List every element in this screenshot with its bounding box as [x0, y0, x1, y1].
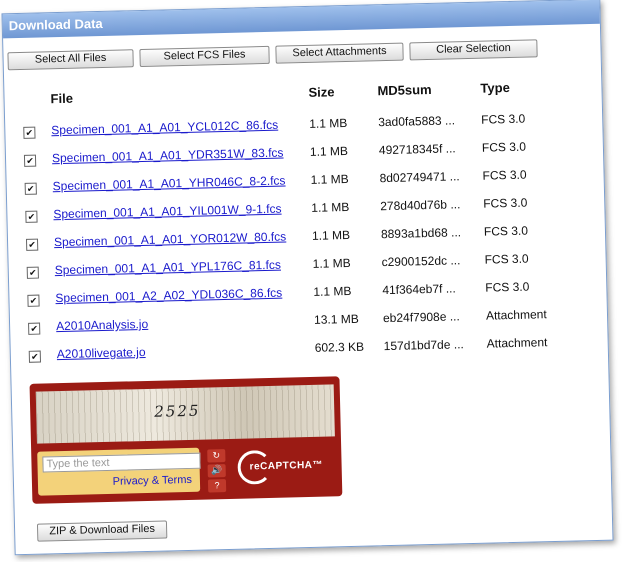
zip-download-button[interactable]: ZIP & Download Files	[36, 520, 168, 542]
captcha-challenge-image: 2525	[35, 384, 335, 444]
recaptcha-widget: 2525 Type the text Privacy & Terms ↻ 🔊 ?…	[29, 376, 343, 504]
file-size: 1.1 MB	[312, 255, 351, 271]
select-all-files-button[interactable]: Select All Files	[7, 49, 134, 71]
row-checkbox[interactable]: ✔	[24, 182, 37, 195]
file-md5: 8893a1bd68 ...	[380, 225, 462, 242]
file-link[interactable]: Specimen_001_A1_A01_YHR046C_8-2.fcs	[53, 174, 286, 194]
selection-toolbar: Select All Files Select FCS Files Select…	[7, 39, 538, 71]
column-header-size: Size	[308, 84, 335, 100]
file-md5: 41f364eb7f ...	[382, 281, 456, 298]
file-size: 13.1 MB	[313, 311, 359, 327]
file-link[interactable]: A2010Analysis.jo	[56, 317, 148, 333]
captcha-input-area: Type the text Privacy & Terms	[37, 447, 201, 496]
row-checkbox[interactable]: ✔	[23, 126, 36, 139]
file-type: FCS 3.0	[483, 195, 528, 211]
captcha-challenge-text: 2525	[154, 401, 201, 421]
panel-title: Download Data	[2, 0, 600, 39]
column-header-type: Type	[480, 80, 511, 96]
row-checkbox[interactable]: ✔	[25, 210, 38, 223]
row-checkbox[interactable]: ✔	[27, 294, 40, 307]
file-size: 602.3 KB	[314, 339, 365, 355]
file-link[interactable]: Specimen_001_A1_A01_YPL176C_81.fcs	[55, 258, 281, 278]
file-type: Attachment	[486, 335, 548, 351]
file-size: 1.1 MB	[313, 283, 352, 299]
file-link[interactable]: Specimen_001_A2_A02_YDL036C_86.fcs	[55, 286, 282, 306]
file-md5: 278d40d76b ...	[380, 197, 461, 214]
clear-selection-button[interactable]: Clear Selection	[409, 39, 538, 61]
row-checkbox[interactable]: ✔	[28, 350, 42, 363]
file-link[interactable]: Specimen_001_A1_A01_YIL001W_9-1.fcs	[53, 202, 281, 222]
refresh-icon[interactable]: ↻	[207, 449, 226, 463]
file-md5: 3ad0fa5883 ...	[378, 113, 456, 130]
file-size: 1.1 MB	[311, 199, 350, 215]
file-size: 1.1 MB	[311, 227, 351, 243]
row-checkbox[interactable]: ✔	[28, 322, 41, 335]
file-link[interactable]: A2010livegate.jo	[57, 345, 146, 361]
file-link[interactable]: Specimen_001_A1_A01_YDR351W_83.fcs	[52, 146, 284, 166]
row-checkbox[interactable]: ✔	[26, 266, 39, 279]
help-icon[interactable]: ?	[207, 479, 227, 493]
download-data-panel: Download Data Select All Files Select FC…	[1, 0, 614, 556]
column-header-md5: MD5sum	[377, 81, 432, 99]
file-md5: c2900152dc ...	[381, 253, 461, 270]
captcha-response-input[interactable]: Type the text	[42, 452, 201, 473]
file-type: FCS 3.0	[485, 279, 530, 295]
recaptcha-logo-text: reCAPTCHA™	[249, 459, 324, 473]
file-link[interactable]: Specimen_001_A1_A01_YOR012W_80.fcs	[54, 230, 286, 250]
file-md5: 492718345f ...	[378, 141, 456, 158]
file-type: FCS 3.0	[482, 167, 527, 183]
recaptcha-logo: reCAPTCHA™	[235, 446, 332, 488]
file-link[interactable]: Specimen_001_A1_A01_YCL012C_86.fcs	[51, 118, 278, 138]
file-md5: 8d02749471 ...	[379, 169, 460, 186]
file-size: 1.1 MB	[310, 171, 349, 187]
file-size: 1.1 MB	[309, 115, 348, 131]
select-fcs-files-button[interactable]: Select FCS Files	[139, 45, 270, 68]
file-type: FCS 3.0	[481, 111, 526, 127]
file-size: 1.1 MB	[309, 143, 349, 159]
column-header-file: File	[50, 90, 74, 107]
privacy-terms-link[interactable]: Privacy & Terms	[113, 474, 193, 488]
select-attachments-button[interactable]: Select Attachments	[275, 42, 404, 64]
audio-icon[interactable]: 🔊	[207, 464, 226, 478]
row-checkbox[interactable]: ✔	[23, 154, 37, 167]
row-checkbox[interactable]: ✔	[25, 238, 39, 251]
file-md5: 157d1bd7de ...	[383, 337, 464, 354]
file-type: Attachment	[485, 307, 547, 323]
file-type: FCS 3.0	[483, 223, 529, 239]
file-type: FCS 3.0	[484, 251, 529, 267]
file-md5: eb24f7908e ...	[382, 309, 460, 326]
file-type: FCS 3.0	[481, 139, 527, 155]
